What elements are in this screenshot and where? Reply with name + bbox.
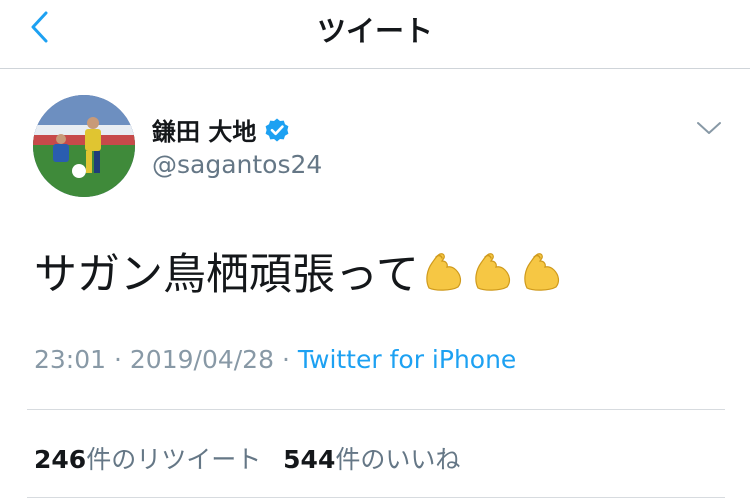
user-handle[interactable]: @sagantos24 bbox=[152, 150, 322, 179]
tweet-date: 2019/04/28 bbox=[129, 345, 274, 374]
divider bbox=[27, 409, 725, 410]
tweet-body: サガン鳥栖頑張って bbox=[34, 250, 419, 300]
flexed-biceps-icon bbox=[524, 253, 559, 291]
page-title: ツイート bbox=[316, 14, 433, 48]
retweets-label: 件のリツイート bbox=[86, 445, 262, 474]
flexed-biceps-icon bbox=[475, 253, 510, 291]
emoji-group bbox=[421, 249, 568, 293]
tweet-time: 23:01 bbox=[34, 345, 107, 374]
likes-count-button[interactable]: 544件のいいね bbox=[283, 445, 460, 474]
more-options-button[interactable] bbox=[696, 118, 722, 138]
likes-label: 件のいいね bbox=[335, 445, 461, 474]
engagement-stats: 246件のリツイート 544件のいいね bbox=[34, 440, 460, 476]
meta-separator: · bbox=[114, 345, 122, 374]
verified-badge-icon bbox=[265, 118, 289, 141]
meta-separator: · bbox=[281, 345, 290, 374]
tweet-text: サガン鳥栖頑張って bbox=[34, 240, 568, 302]
tweet-source-link[interactable]: Twitter for iPhone bbox=[298, 345, 516, 374]
flexed-biceps-icon bbox=[426, 253, 461, 291]
likes-count: 544 bbox=[283, 445, 336, 474]
navigation-bar: ツイート bbox=[0, 0, 750, 69]
retweets-count: 246 bbox=[34, 445, 87, 474]
avatar-photo bbox=[33, 95, 135, 197]
retweets-count-button[interactable]: 246件のリツイート bbox=[34, 445, 261, 474]
chevron-down-icon bbox=[697, 122, 721, 134]
display-name: 鎌田 大地 bbox=[152, 118, 257, 146]
user-name-row[interactable]: 鎌田 大地 bbox=[152, 112, 290, 147]
tweet-metadata: 23:01 · 2019/04/28 · Twitter for iPhone bbox=[34, 345, 516, 374]
avatar[interactable] bbox=[33, 95, 135, 197]
divider bbox=[27, 497, 725, 498]
